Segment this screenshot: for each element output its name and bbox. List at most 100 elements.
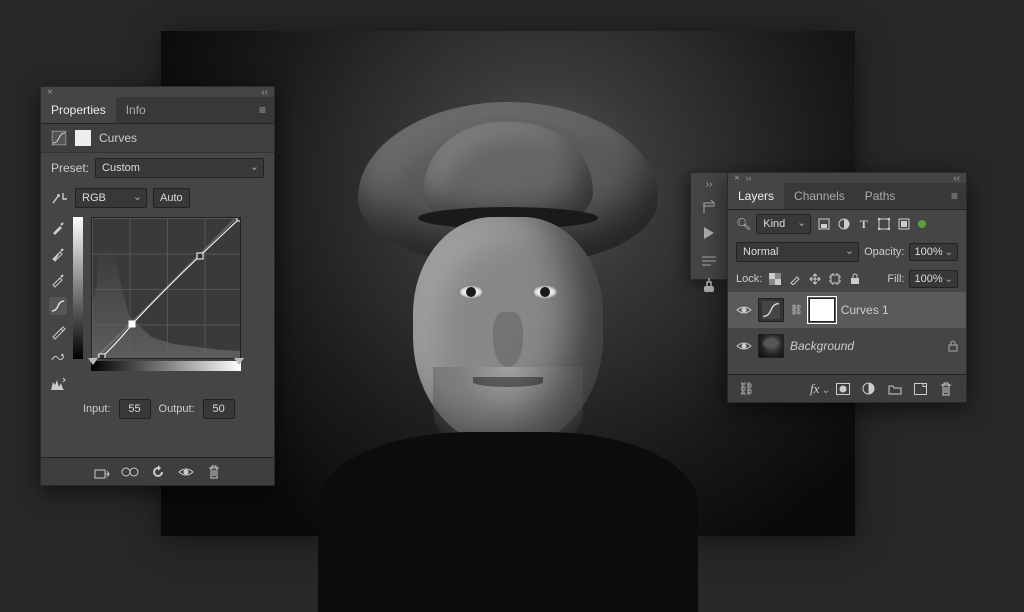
tab-paths[interactable]: Paths [855,183,906,209]
filter-kind-select[interactable]: Kind [756,214,811,234]
preset-label: Preset: [51,161,89,175]
layer-row-curves[interactable]: ⛓︎ Curves 1 [728,292,966,328]
toggle-visibility-icon[interactable] [177,463,195,481]
paragraph-styles-icon[interactable] [701,256,717,268]
pencil-tool-icon[interactable] [49,323,67,341]
layers-tabs: Layers Channels Paths ≡ [728,183,966,210]
curves-adjustment-icon [51,130,67,146]
filter-type-icon[interactable]: T [856,217,871,232]
fill-value[interactable]: 100% [909,270,958,288]
target-adjust-tool[interactable] [51,189,69,207]
preset-select[interactable]: Custom [95,158,264,178]
layer-name[interactable]: Curves 1 [841,303,889,317]
mask-thumbnail[interactable] [809,298,835,322]
lock-position-icon[interactable] [807,272,822,287]
tab-properties[interactable]: Properties [41,97,116,123]
layers-dock-strip: ›› [690,172,727,280]
tab-layers[interactable]: Layers [728,183,784,209]
filter-shape-icon[interactable] [876,217,891,232]
layers-panel: × ›› ‹‹ Layers Channels Paths ≡ 🔍︎ Kind … [727,172,967,403]
lock-label: Lock: [736,273,762,285]
tab-channels[interactable]: Channels [784,183,855,209]
link-mask-icon[interactable]: ⛓︎ [790,305,803,316]
panel-menu-icon[interactable]: ≡ [251,97,274,123]
layer-locked-icon[interactable] [948,340,958,352]
lock-artboard-icon[interactable] [827,272,842,287]
opacity-label: Opacity: [864,246,904,258]
layers-topbar: × ›› ‹‹ [728,173,966,183]
filter-pixel-icon[interactable] [816,217,831,232]
collapse-icon[interactable]: ‹‹ [261,87,268,98]
search-icon: 🔍︎ [736,217,751,231]
actions-play-icon[interactable] [703,226,715,240]
filter-row: 🔍︎ Kind T [728,210,966,238]
layer-mask-icon [75,130,91,146]
image-thumbnail[interactable] [758,334,784,358]
tab-info[interactable]: Info [116,97,156,123]
panel-topbar: × ‹‹ [41,87,274,97]
curves-tools [47,217,69,393]
output-label: Output: [159,403,195,415]
input-value-field[interactable] [119,399,151,419]
blend-mode-select[interactable]: Normal [736,242,859,262]
collapse-dock-icon[interactable]: ›› [706,179,713,190]
layers-panel-menu-icon[interactable]: ≡ [943,183,966,209]
lock-all-icon[interactable] [847,272,862,287]
layer-list: ⛓︎ Curves 1 Background [728,292,966,364]
curve-point-highlight[interactable] [237,217,242,222]
history-brush-icon[interactable] [701,200,717,216]
layers-bottom-bar: ⛓︎ fx [728,374,966,402]
layer-name[interactable]: Background [790,339,854,353]
curve-point-selected[interactable] [128,321,135,328]
add-group-icon[interactable] [888,383,904,395]
layer-row-background[interactable]: Background [728,328,966,364]
curve-line [92,218,240,358]
histogram-clip-icon[interactable] [49,375,67,393]
close-icon[interactable]: × [734,173,740,184]
filter-adjustment-icon[interactable] [836,217,851,232]
channel-select[interactable]: RGB [75,188,147,208]
add-mask-icon[interactable] [836,383,852,395]
properties-panel: × ‹‹ Properties Info ≡ Curves Preset: Cu… [40,86,275,486]
delete-layer-icon[interactable] [940,382,956,396]
output-gradient [73,217,83,359]
add-adjustment-icon[interactable] [862,382,878,395]
opacity-value[interactable]: 100% [909,243,958,261]
curve-point-mid[interactable] [197,252,204,259]
clip-to-layer-icon[interactable] [93,463,111,481]
reset-icon[interactable] [149,463,167,481]
close-icon[interactable]: × [47,87,53,98]
properties-tabs: Properties Info ≡ [41,97,274,124]
curve-point-tool[interactable] [49,297,67,315]
curve-point-shadow[interactable] [99,353,106,359]
lock-transparency-icon[interactable] [767,272,782,287]
eyedropper-gray-icon[interactable] [49,245,67,263]
new-layer-icon[interactable] [914,383,930,395]
collapse-icon[interactable]: ›› [745,173,751,183]
adjustment-header: Curves [41,124,274,153]
eyedropper-black-icon[interactable] [49,219,67,237]
collapse-icon-right[interactable]: ‹‹ [953,173,960,184]
layer-fx-icon[interactable]: fx [810,381,826,397]
delete-adjustment-icon[interactable] [205,463,223,481]
auto-button[interactable]: Auto [153,188,190,208]
smooth-tool-icon[interactable] [49,349,67,367]
fill-label: Fill: [887,273,904,285]
input-gradient[interactable] [91,361,241,371]
link-layers-icon[interactable]: ⛓︎ [738,381,754,397]
lock-pixels-icon[interactable] [787,272,802,287]
input-label: Input: [83,403,111,415]
adjustment-thumbnail[interactable] [758,298,784,322]
visibility-toggle-icon[interactable] [736,340,752,352]
adjustment-type-label: Curves [99,131,137,145]
eyedropper-white-icon[interactable] [49,271,67,289]
view-previous-icon[interactable] [121,463,139,481]
visibility-toggle-icon[interactable] [736,304,752,316]
portrait-content [338,102,678,562]
properties-bottom-bar [41,457,274,485]
clone-source-icon[interactable] [701,278,717,294]
filter-smart-icon[interactable] [896,217,911,232]
curves-graph[interactable] [91,217,241,359]
output-value-field[interactable] [203,399,235,419]
filter-toggle[interactable] [918,220,926,228]
